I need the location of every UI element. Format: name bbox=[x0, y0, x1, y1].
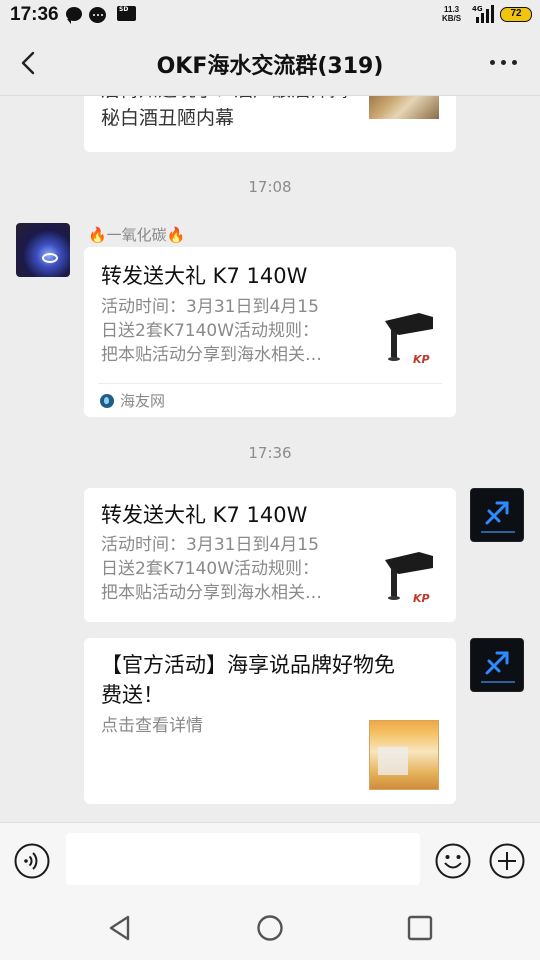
card-desc: 点击查看详情 bbox=[101, 716, 203, 736]
product-thumbnail: KP bbox=[379, 546, 439, 608]
card-desc-line-3: 把本贴活动分享到海水相关… bbox=[101, 583, 322, 603]
card-title: 转发送大礼 K7 140W bbox=[101, 264, 308, 288]
voice-icon[interactable] bbox=[14, 843, 50, 879]
battery-icon: 72 bbox=[500, 7, 532, 22]
title-bar: OKF海水交流群(319) bbox=[0, 30, 540, 96]
chat-bubble-icon bbox=[66, 7, 82, 24]
avatar[interactable] bbox=[470, 488, 524, 542]
sender-name: 🔥一氧化碳🔥 bbox=[88, 226, 186, 244]
chat-area[interactable]: 后悔知道晚了？酒厂酿酒师揭 秘白酒丑陋内幕 17:08 🔥一氧化碳🔥 转发送大礼… bbox=[0, 96, 540, 822]
network-speed-value: 11.3 bbox=[443, 5, 460, 14]
plus-icon[interactable] bbox=[489, 843, 525, 879]
more-dots-icon[interactable] bbox=[490, 60, 518, 68]
network-speed: 11.3 KB/S bbox=[442, 5, 461, 23]
card-desc-line-2: 日送2套K7140W活动规则： bbox=[101, 559, 320, 579]
nav-home-icon[interactable] bbox=[256, 914, 284, 942]
svg-text:KP: KP bbox=[413, 592, 430, 605]
avatar[interactable] bbox=[16, 223, 70, 277]
article-thumbnail bbox=[369, 96, 439, 119]
network-type: 4G bbox=[472, 5, 483, 13]
svg-text:KP: KP bbox=[413, 353, 430, 366]
timestamp: 17:08 bbox=[248, 178, 292, 196]
link-card-k7[interactable]: 转发送大礼 K7 140W 活动时间：3月31日到4月15 日送2套K7140W… bbox=[84, 247, 456, 417]
article-text: 后悔知道晚了？酒厂酿酒师揭 秘白酒丑陋内幕 bbox=[101, 96, 361, 132]
link-card-promo[interactable]: 【官方活动】海享说品牌好物免 费送！ 点击查看详情 bbox=[84, 638, 456, 804]
input-bar bbox=[0, 822, 540, 898]
product-thumbnail: KP bbox=[379, 307, 439, 369]
card-title: 转发送大礼 K7 140W bbox=[101, 503, 308, 527]
link-card-article[interactable]: 后悔知道晚了？酒厂酿酒师揭 秘白酒丑陋内幕 bbox=[84, 96, 456, 152]
timestamp: 17:36 bbox=[248, 444, 292, 462]
emoji-icon[interactable] bbox=[435, 843, 471, 879]
nav-recent-icon[interactable] bbox=[406, 914, 434, 942]
avatar[interactable] bbox=[470, 638, 524, 692]
chat-title: OKF海水交流群(319) bbox=[156, 54, 384, 79]
card-title-line-1: 【官方活动】海享说品牌好物免 bbox=[101, 653, 395, 677]
signal-icon: 4G bbox=[472, 5, 494, 23]
status-bar: 17:36 SD 11.3 KB/S 4G 72 bbox=[0, 0, 540, 30]
card-title-line-2: 费送！ bbox=[101, 683, 164, 707]
sd-card-icon: SD bbox=[117, 6, 136, 21]
article-line-2: 秘白酒丑陋内幕 bbox=[101, 107, 235, 129]
source-logo-icon bbox=[100, 394, 114, 408]
article-line-1: 后悔知道晚了？酒厂酿酒师揭 bbox=[101, 96, 361, 104]
promo-thumbnail bbox=[369, 720, 439, 790]
card-desc-line-2: 日送2套K7140W活动规则： bbox=[101, 321, 320, 341]
message-input[interactable] bbox=[66, 833, 420, 885]
card-source: 海友网 bbox=[98, 383, 442, 417]
system-nav-bar bbox=[0, 898, 540, 960]
message-dots-icon bbox=[89, 7, 106, 23]
nav-back-icon[interactable] bbox=[106, 914, 134, 942]
network-speed-unit: KB/S bbox=[442, 14, 462, 23]
source-name: 海友网 bbox=[120, 392, 166, 410]
card-desc-line-1: 活动时间：3月31日到4月15 bbox=[101, 535, 319, 555]
back-arrow-icon[interactable] bbox=[14, 48, 44, 78]
status-time: 17:36 bbox=[10, 4, 59, 25]
sagittarius-icon bbox=[481, 651, 515, 683]
card-desc-line-1: 活动时间：3月31日到4月15 bbox=[101, 297, 319, 317]
card-desc-line-3: 把本贴活动分享到海水相关… bbox=[101, 345, 322, 365]
sagittarius-icon bbox=[481, 501, 515, 533]
link-card-k7-sent[interactable]: 转发送大礼 K7 140W 活动时间：3月31日到4月15 日送2套K7140W… bbox=[84, 488, 456, 622]
